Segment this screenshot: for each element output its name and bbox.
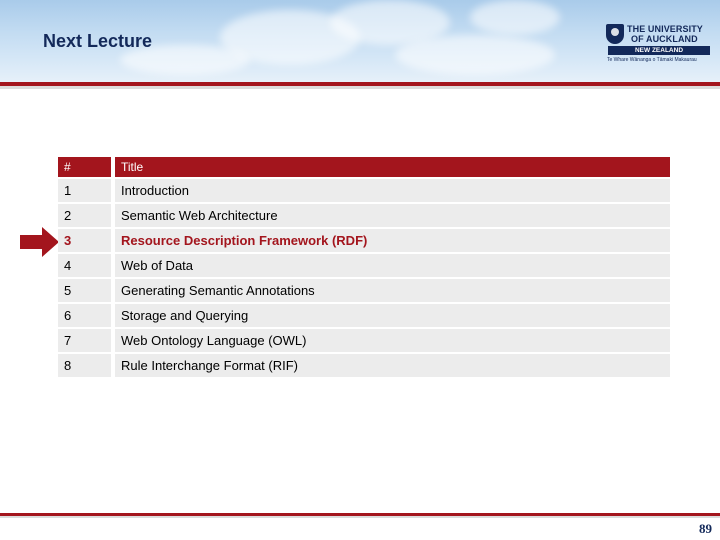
- lecture-number: 4: [58, 254, 115, 277]
- lecture-title: Semantic Web Architecture: [115, 204, 670, 227]
- lecture-number: 3: [58, 229, 115, 252]
- header-divider-shadow: [0, 86, 720, 89]
- lecture-number: 8: [58, 354, 115, 377]
- footer-divider-shadow: [0, 516, 720, 518]
- header-cloud: [395, 35, 555, 75]
- lecture-title: Web of Data: [115, 254, 670, 277]
- slide-title: Next Lecture: [43, 31, 153, 51]
- table-row: 7 Web Ontology Language (OWL): [58, 329, 670, 352]
- lecture-title: Generating Semantic Annotations: [115, 279, 670, 302]
- table-header-row: # Title: [58, 157, 670, 177]
- table-row: 2 Semantic Web Architecture: [58, 204, 670, 227]
- column-header-title: Title: [115, 157, 670, 177]
- lecture-number: 2: [58, 204, 115, 227]
- table-row: 1 Introduction: [58, 179, 670, 202]
- lecture-table: # Title 1 Introduction 2 Semantic Web Archi…: [58, 155, 670, 379]
- page-number: 89: [699, 521, 712, 536]
- table-row: 3 Resource Description Framework (RDF): [58, 229, 670, 252]
- university-logo: THE UNIVERSITY OF AUCKLAND NEW ZEALAND T…: [606, 22, 714, 66]
- lecture-title: Introduction: [115, 179, 670, 202]
- column-header-number: #: [58, 157, 115, 177]
- table-row: 5 Generating Semantic Annotations: [58, 279, 670, 302]
- lecture-title: Resource Description Framework (RDF): [115, 229, 670, 252]
- logo-line-2: OF AUCKLAND: [631, 34, 698, 44]
- table-row: 6 Storage and Querying: [58, 304, 670, 327]
- lecture-number: 5: [58, 279, 115, 302]
- table-row: 8 Rule Interchange Format (RIF): [58, 354, 670, 377]
- logo-tagline: Te Whare Wānanga o Tāmaki Makaurau: [607, 57, 697, 63]
- lecture-title: Storage and Querying: [115, 304, 670, 327]
- logo-line-1: THE UNIVERSITY: [627, 24, 703, 34]
- table-row: 4 Web of Data: [58, 254, 670, 277]
- lecture-title: Rule Interchange Format (RIF): [115, 354, 670, 377]
- crest-icon: [606, 24, 624, 44]
- header-cloud: [470, 0, 560, 35]
- slide-header: Next Lecture THE UNIVERSITY OF AUCKLAND …: [0, 0, 720, 82]
- logo-country: NEW ZEALAND: [608, 46, 710, 55]
- lecture-number: 1: [58, 179, 115, 202]
- lecture-title: Web Ontology Language (OWL): [115, 329, 670, 352]
- lecture-number: 6: [58, 304, 115, 327]
- lecture-number: 7: [58, 329, 115, 352]
- current-lecture-arrow-icon: [20, 227, 59, 257]
